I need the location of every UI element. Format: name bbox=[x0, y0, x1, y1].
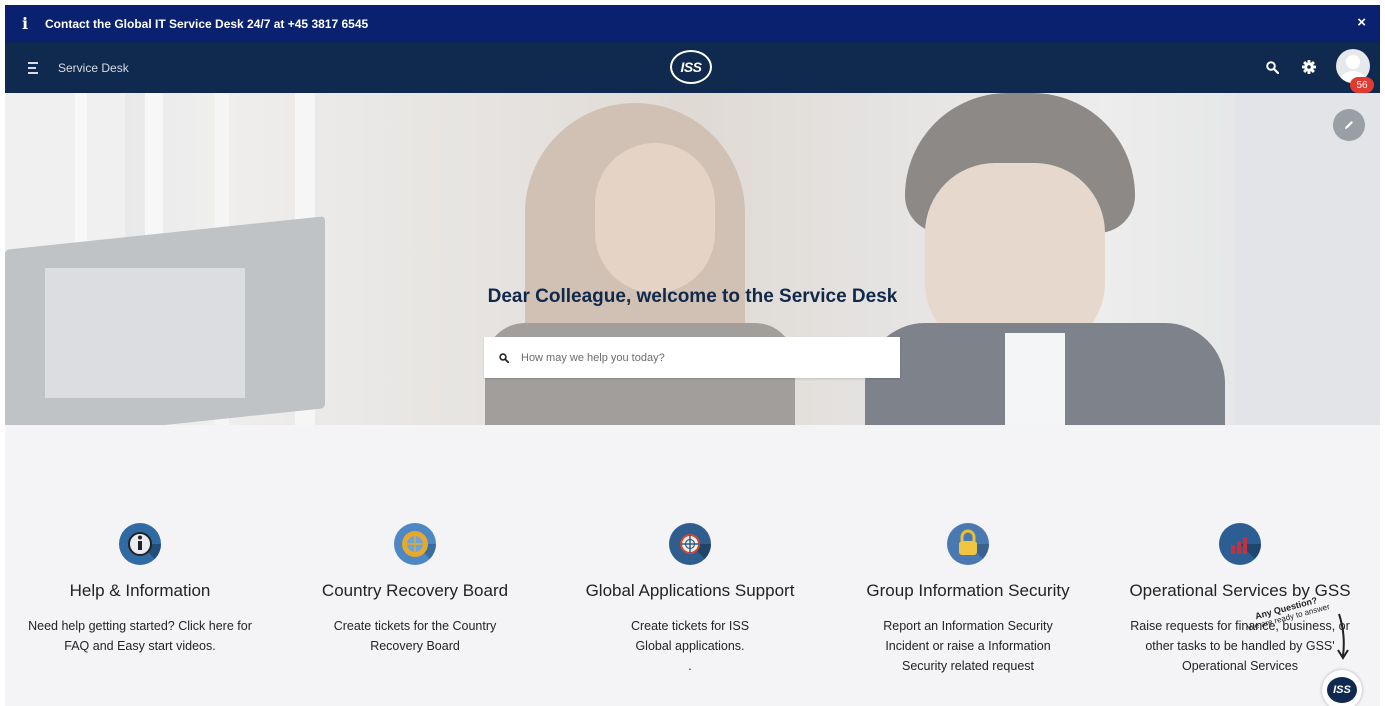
close-banner-button[interactable]: × bbox=[1357, 14, 1366, 31]
card-title: Global Applications Support bbox=[585, 581, 795, 600]
menu-icon[interactable] bbox=[28, 61, 48, 74]
card-extra: . bbox=[688, 659, 692, 673]
brand-link[interactable]: Service Desk bbox=[58, 61, 129, 75]
chat-button[interactable]: ISS bbox=[1322, 670, 1362, 706]
arrow-icon bbox=[1337, 613, 1349, 660]
iss-chat-logo: ISS bbox=[1327, 677, 1357, 703]
card-description: Create tickets for the Country Recovery … bbox=[333, 619, 497, 653]
info-banner: i Contact the Global IT Service Desk 24/… bbox=[5, 5, 1380, 42]
card-title: Operational Services by GSS bbox=[1129, 581, 1351, 600]
top-navigation: Service Desk ISS 56 bbox=[5, 42, 1380, 93]
card-description: Report an Information Security Incident … bbox=[883, 619, 1053, 673]
card-help-information[interactable]: Help & Information Need help getting sta… bbox=[5, 523, 275, 656]
card-title: Group Information Security bbox=[866, 581, 1070, 600]
notification-badge: 56 bbox=[1350, 77, 1374, 93]
lock-icon bbox=[947, 523, 989, 565]
search-bar[interactable] bbox=[484, 337, 900, 378]
page: i Contact the Global IT Service Desk 24/… bbox=[5, 5, 1380, 706]
card-description: Create tickets for ISS Global applicatio… bbox=[630, 619, 750, 653]
search-input[interactable] bbox=[521, 351, 881, 364]
hero-banner: Dear Colleague, welcome to the Service D… bbox=[5, 93, 1380, 425]
bar-chart-icon bbox=[1219, 523, 1261, 565]
search-icon[interactable] bbox=[1262, 57, 1282, 77]
globe-icon bbox=[669, 523, 711, 565]
gear-icon[interactable] bbox=[1299, 57, 1319, 77]
info-icon bbox=[119, 523, 161, 565]
page-title: Dear Colleague, welcome to the Service D… bbox=[487, 286, 898, 307]
banner-message: Contact the Global IT Service Desk 24/7 … bbox=[45, 16, 369, 31]
iss-logo[interactable]: ISS bbox=[670, 50, 712, 84]
info-icon: i bbox=[21, 14, 29, 33]
card-group-information-security[interactable]: Group Information Security Report an Inf… bbox=[833, 523, 1103, 676]
card-title: Help & Information bbox=[69, 581, 211, 600]
card-title: Country Recovery Board bbox=[321, 581, 509, 600]
card-global-applications-support[interactable]: Global Applications Support Create ticke… bbox=[555, 523, 825, 676]
card-description: Need help getting started? Click here fo… bbox=[28, 619, 252, 653]
card-country-recovery-board[interactable]: Country Recovery Board Create tickets fo… bbox=[280, 523, 550, 656]
edit-icon[interactable] bbox=[1333, 109, 1365, 141]
globe-gear-icon bbox=[394, 523, 436, 565]
search-icon bbox=[499, 352, 509, 363]
